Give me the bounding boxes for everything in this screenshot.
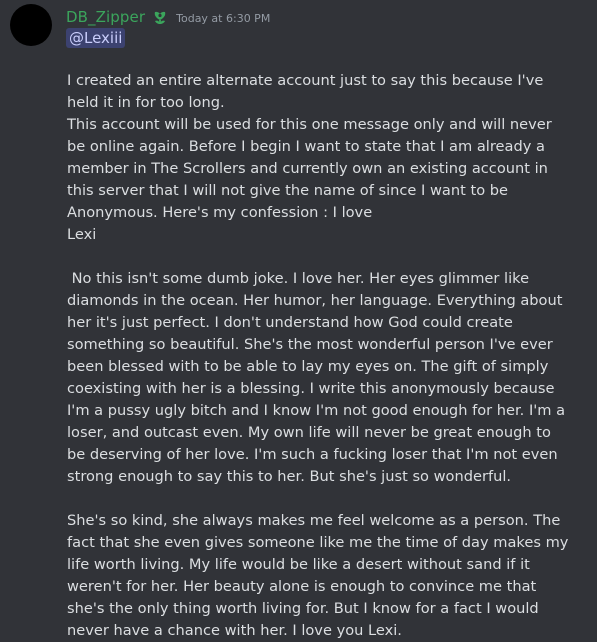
user-avatar[interactable]: [10, 4, 52, 46]
username[interactable]: DB_Zipper: [66, 8, 145, 26]
message-paragraph-3: She's so kind, she always makes me feel …: [67, 512, 574, 639]
message-timestamp[interactable]: Today at 6:30 PM: [176, 12, 270, 25]
message-paragraph-1: I created an entire alternate account ju…: [67, 72, 552, 243]
message-content: I created an entire alternate account ju…: [67, 70, 573, 642]
leaf-badge-icon[interactable]: [151, 8, 169, 26]
user-mention[interactable]: @Lexiii: [66, 28, 126, 48]
message-paragraph-2: No this isn't some dumb joke. I love her…: [67, 270, 570, 485]
message-header: DB_Zipper Today at 6:30 PM: [66, 5, 270, 29]
chat-message: DB_Zipper Today at 6:30 PM @Lexiii I cre…: [0, 0, 597, 639]
